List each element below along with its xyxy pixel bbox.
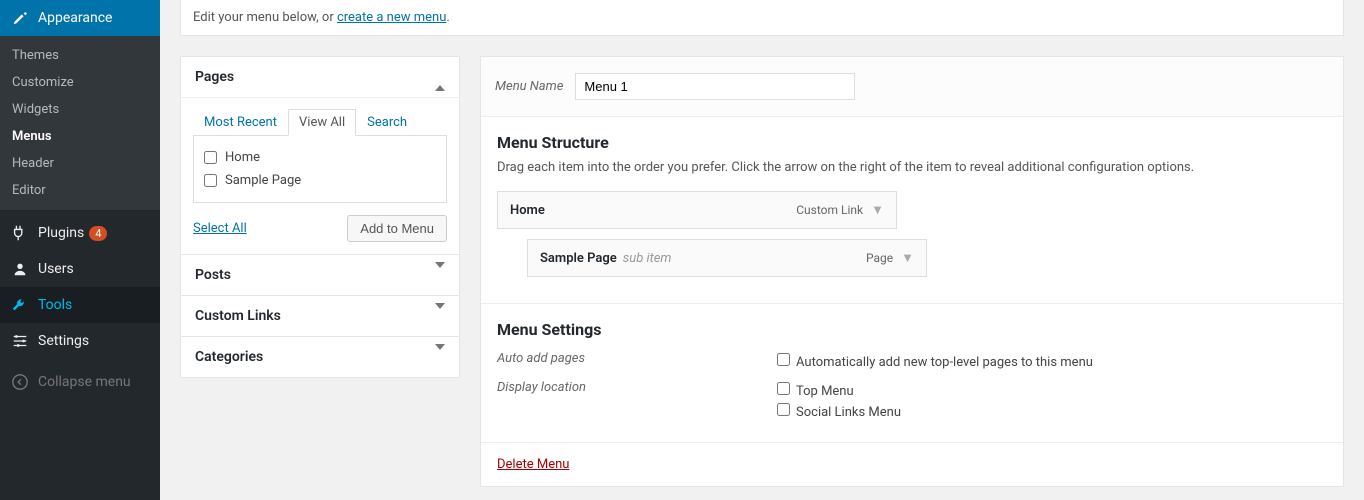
user-icon xyxy=(10,259,30,279)
location-option-social[interactable]: Social Links Menu xyxy=(777,401,901,422)
delete-menu-link[interactable]: Delete Menu xyxy=(497,457,569,472)
tab-search[interactable]: Search xyxy=(356,109,418,136)
submenu-menus[interactable]: Menus xyxy=(0,123,160,150)
auto-add-text: Automatically add new top-level pages to… xyxy=(796,355,1093,370)
structure-desc: Drag each item into the order you prefer… xyxy=(497,160,1327,175)
submenu-header[interactable]: Header xyxy=(0,150,160,177)
structure-title: Menu Structure xyxy=(497,133,1327,152)
menu-settings-section: Menu Settings Auto add pages Automatical… xyxy=(481,303,1343,442)
page-label: Home xyxy=(225,150,260,165)
postbox-title: Categories xyxy=(195,349,263,365)
expand-icon xyxy=(435,309,445,324)
sidebar-item-tools[interactable]: Tools xyxy=(0,287,160,323)
postbox-custom-header[interactable]: Custom Links xyxy=(181,296,459,336)
plug-icon xyxy=(10,223,30,243)
intro-text: Edit your menu below, or xyxy=(193,10,337,25)
sidebar-item-users[interactable]: Users xyxy=(0,251,160,287)
tab-recent[interactable]: Most Recent xyxy=(193,109,288,136)
sidebar-label: Users xyxy=(38,261,74,277)
postbox-posts-header[interactable]: Posts xyxy=(181,255,459,295)
sidebar-item-appearance[interactable]: Appearance xyxy=(0,0,160,36)
auto-add-option[interactable]: Automatically add new top-level pages to… xyxy=(777,351,1093,372)
chevron-down-icon[interactable]: ▼ xyxy=(871,202,884,218)
sidebar-item-settings[interactable]: Settings xyxy=(0,323,160,359)
postbox-title: Pages xyxy=(195,69,234,85)
chevron-down-icon[interactable]: ▼ xyxy=(901,250,914,266)
brush-icon xyxy=(10,8,30,28)
postbox-pages-header[interactable]: Pages xyxy=(181,57,459,97)
wrench-icon xyxy=(10,295,30,315)
submenu-customize[interactable]: Customize xyxy=(0,69,160,96)
menu-item-subtext: sub item xyxy=(623,251,672,266)
menu-name-input[interactable] xyxy=(575,73,855,100)
tab-viewall[interactable]: View All xyxy=(288,109,356,136)
admin-sidebar: Appearance Themes Customize Widgets Menu… xyxy=(0,0,160,500)
postbox-title: Custom Links xyxy=(195,308,281,324)
page-checkbox[interactable] xyxy=(204,151,217,164)
menu-name-label: Menu Name xyxy=(495,79,563,94)
add-to-menu-button[interactable]: Add to Menu xyxy=(347,215,447,242)
sidebar-label: Tools xyxy=(38,297,72,313)
accordion-column: Pages Most Recent View All Search Home S… xyxy=(180,56,460,487)
settings-title: Menu Settings xyxy=(497,320,1327,339)
submenu-widgets[interactable]: Widgets xyxy=(0,96,160,123)
menu-item-home[interactable]: Home Custom Link ▼ xyxy=(497,191,897,229)
location-checkbox[interactable] xyxy=(777,403,790,416)
submenu-editor[interactable]: Editor xyxy=(0,177,160,204)
menu-name-row: Menu Name xyxy=(481,57,1343,117)
select-all-link[interactable]: Select All xyxy=(193,221,247,236)
page-check-row[interactable]: Home xyxy=(204,146,436,169)
page-label: Sample Page xyxy=(225,173,301,188)
sliders-icon xyxy=(10,331,30,351)
plugins-badge: 4 xyxy=(89,226,107,241)
intro-bar: Edit your menu below, or create a new me… xyxy=(180,0,1344,36)
location-option-top[interactable]: Top Menu xyxy=(777,380,901,401)
create-menu-link[interactable]: create a new menu xyxy=(337,10,446,25)
menu-item-type: Custom Link xyxy=(796,203,863,217)
postbox-pages-body: Most Recent View All Search Home Sample … xyxy=(181,97,459,254)
pages-checklist: Home Sample Page xyxy=(193,136,447,203)
sidebar-label: Plugins xyxy=(38,225,84,241)
intro-after: . xyxy=(446,10,449,25)
sidebar-label: Collapse menu xyxy=(38,374,131,390)
menu-item-title: Home xyxy=(510,203,545,218)
menu-item-sample-page[interactable]: Sample Page sub item Page ▼ xyxy=(527,239,927,277)
menu-structure-section: Menu Structure Drag each item into the o… xyxy=(481,117,1343,303)
location-checkbox[interactable] xyxy=(777,382,790,395)
postbox-categories-header[interactable]: Categories xyxy=(181,337,459,377)
sidebar-item-collapse[interactable]: Collapse menu xyxy=(0,364,160,400)
postbox-posts: Posts xyxy=(180,255,460,296)
sidebar-item-plugins[interactable]: Plugins 4 xyxy=(0,215,160,251)
postbox-categories: Categories xyxy=(180,337,460,378)
collapse-icon xyxy=(10,372,30,392)
expand-icon xyxy=(435,268,445,283)
page-check-row[interactable]: Sample Page xyxy=(204,169,436,192)
appearance-submenu: Themes Customize Widgets Menus Header Ed… xyxy=(0,36,160,210)
postbox-pages: Pages Most Recent View All Search Home S… xyxy=(180,56,460,255)
main-content: Edit your menu below, or create a new me… xyxy=(160,0,1364,500)
auto-add-row: Auto add pages Automatically add new top… xyxy=(497,347,1327,376)
page-checkbox[interactable] xyxy=(204,174,217,187)
display-location-row: Display location Top Menu Social Links M… xyxy=(497,376,1327,426)
menu-item-type: Page xyxy=(866,251,893,265)
postbox-title: Posts xyxy=(195,267,231,283)
menu-footer: Delete Menu xyxy=(481,442,1343,486)
expand-icon xyxy=(435,350,445,365)
location-text: Top Menu xyxy=(796,384,854,399)
postbox-custom-links: Custom Links xyxy=(180,296,460,337)
pages-tabs: Most Recent View All Search xyxy=(193,108,447,136)
menu-item-title: Sample Page xyxy=(540,251,617,266)
sidebar-label: Appearance xyxy=(38,10,112,26)
menu-editor: Menu Name Menu Structure Drag each item … xyxy=(480,56,1344,487)
auto-add-checkbox[interactable] xyxy=(777,353,790,366)
display-location-label: Display location xyxy=(497,380,777,422)
location-text: Social Links Menu xyxy=(796,405,901,420)
collapse-icon xyxy=(435,70,445,85)
auto-add-label: Auto add pages xyxy=(497,351,777,372)
sidebar-label: Settings xyxy=(38,333,89,349)
submenu-themes[interactable]: Themes xyxy=(0,42,160,69)
